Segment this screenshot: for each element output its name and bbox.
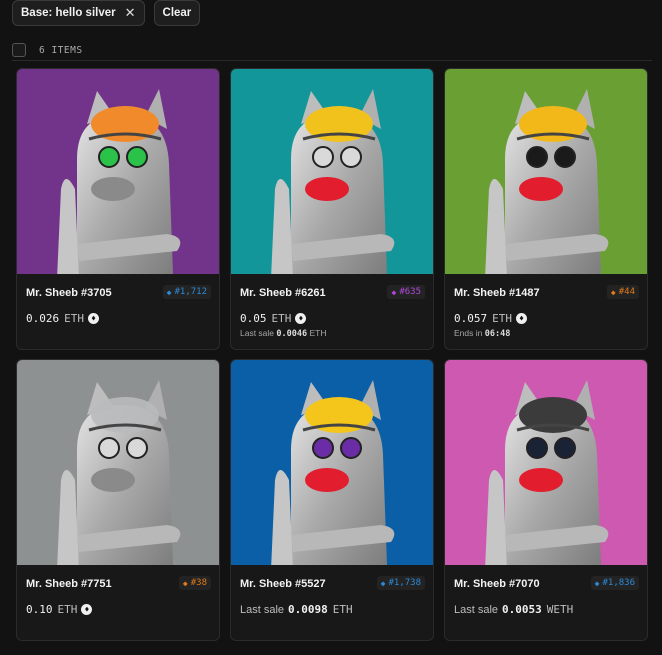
item-card[interactable]: Mr. Sheeb #7751 ◆ #38 0.10 ETH ♦ [16, 359, 220, 641]
price-currency: ETH [492, 312, 512, 325]
last-sale-value: 0.0053 [502, 603, 542, 616]
item-card[interactable]: Mr. Sheeb #7070 ◆ #1,836 Last sale 0.005… [444, 359, 648, 641]
last-sale-label: Last sale [454, 603, 499, 616]
last-sale: Last sale 0.0098 ETH [240, 603, 353, 616]
item-name: Mr. Sheeb #6261 [240, 287, 326, 299]
rarity-rank: #1,836 [602, 578, 635, 588]
rarity-badge: ◆ #44 [606, 285, 639, 299]
price-value: 0.057 [454, 312, 488, 325]
auction-timer: Ends in 06:48 [454, 328, 510, 339]
item-card[interactable]: Mr. Sheeb #6261 ◆ #635 0.05 ETH ♦ Last s… [230, 68, 434, 350]
filter-bar: Base: hello silver ✕ Clear [12, 0, 201, 26]
rarity-badge: ◆ #1,738 [376, 576, 425, 590]
sheeb-illustration [57, 380, 181, 565]
sheeb-illustration [485, 89, 609, 274]
item-price: 0.10 ETH ♦ [26, 603, 93, 616]
last-sale-currency: WETH [546, 603, 574, 616]
filter-chip-label: Base: hello silver [21, 7, 116, 19]
diamond-icon: ◆ [166, 287, 172, 297]
ends-label: Ends in [454, 328, 483, 338]
diamond-icon: ◆ [380, 578, 386, 588]
item-price: 0.026 ETH ♦ [26, 312, 99, 325]
eth-logo-icon: ♦ [88, 313, 99, 324]
price-value: 0.05 [240, 312, 267, 325]
diamond-icon: ◆ [594, 578, 600, 588]
item-name: Mr. Sheeb #7070 [454, 578, 540, 590]
last-sale: Last sale 0.0053 WETH [454, 603, 573, 616]
last-sale-label: Last sale [240, 328, 275, 338]
rarity-badge: ◆ #1,836 [590, 576, 639, 590]
last-sale-label: Last sale [240, 603, 285, 616]
nft-image[interactable] [17, 360, 219, 565]
item-card[interactable]: Mr. Sheeb #5527 ◆ #1,738 Last sale 0.009… [230, 359, 434, 641]
nft-image[interactable] [231, 360, 433, 565]
sheeb-illustration [485, 380, 609, 565]
eth-logo-icon: ♦ [295, 313, 307, 324]
price-currency: ETH [57, 603, 78, 616]
rarity-rank: #1,712 [174, 287, 207, 297]
rarity-rank: #635 [399, 287, 421, 297]
price-value: 0.10 [26, 603, 53, 616]
last-sale-currency: ETH [309, 328, 327, 338]
sheeb-illustration [271, 89, 395, 274]
rarity-badge: ◆ #1,712 [162, 285, 211, 299]
last-sale-currency: ETH [332, 603, 353, 616]
item-count: 6 ITEMS [39, 44, 83, 56]
eth-logo-icon: ♦ [516, 313, 527, 324]
nft-image[interactable] [445, 69, 647, 274]
item-name: Mr. Sheeb #1487 [454, 287, 540, 299]
diamond-icon: ◆ [610, 287, 616, 297]
nft-image[interactable] [231, 69, 433, 274]
rarity-rank: #44 [618, 287, 635, 297]
price-value: 0.026 [26, 312, 60, 325]
item-card[interactable]: Mr. Sheeb #1487 ◆ #44 0.057 ETH ♦ Ends i… [444, 68, 648, 350]
price-currency: ETH [64, 312, 84, 325]
select-all-checkbox[interactable] [12, 43, 26, 57]
item-price: 0.057 ETH ♦ [454, 312, 527, 325]
rarity-rank: #1,738 [388, 578, 421, 588]
item-name: Mr. Sheeb #5527 [240, 578, 326, 590]
results-toolbar: 6 ITEMS [12, 40, 652, 61]
ends-value: 06:48 [484, 329, 511, 339]
nft-image[interactable] [445, 360, 647, 565]
diamond-icon: ◆ [182, 578, 188, 588]
last-sale-value: 0.0046 [276, 329, 308, 339]
item-card[interactable]: Mr. Sheeb #3705 ◆ #1,712 0.026 ETH ♦ [16, 68, 220, 350]
sheeb-illustration [57, 89, 181, 274]
close-icon[interactable]: ✕ [125, 5, 136, 21]
filter-chip-base[interactable]: Base: hello silver ✕ [12, 0, 145, 26]
eth-logo-icon: ♦ [81, 604, 93, 615]
sheeb-illustration [271, 380, 395, 565]
price-currency: ETH [271, 312, 292, 325]
last-sale: Last sale 0.0046 ETH [240, 328, 327, 339]
last-sale-value: 0.0098 [288, 603, 328, 616]
rarity-rank: #38 [190, 578, 207, 588]
item-price: 0.05 ETH ♦ [240, 312, 307, 325]
clear-filters-button[interactable]: Clear [153, 0, 201, 26]
rarity-badge: ◆ #635 [387, 285, 425, 299]
item-name: Mr. Sheeb #7751 [26, 578, 112, 590]
item-name: Mr. Sheeb #3705 [26, 287, 112, 299]
diamond-icon: ◆ [391, 287, 397, 297]
nft-image[interactable] [17, 69, 219, 274]
rarity-badge: ◆ #38 [178, 576, 211, 590]
